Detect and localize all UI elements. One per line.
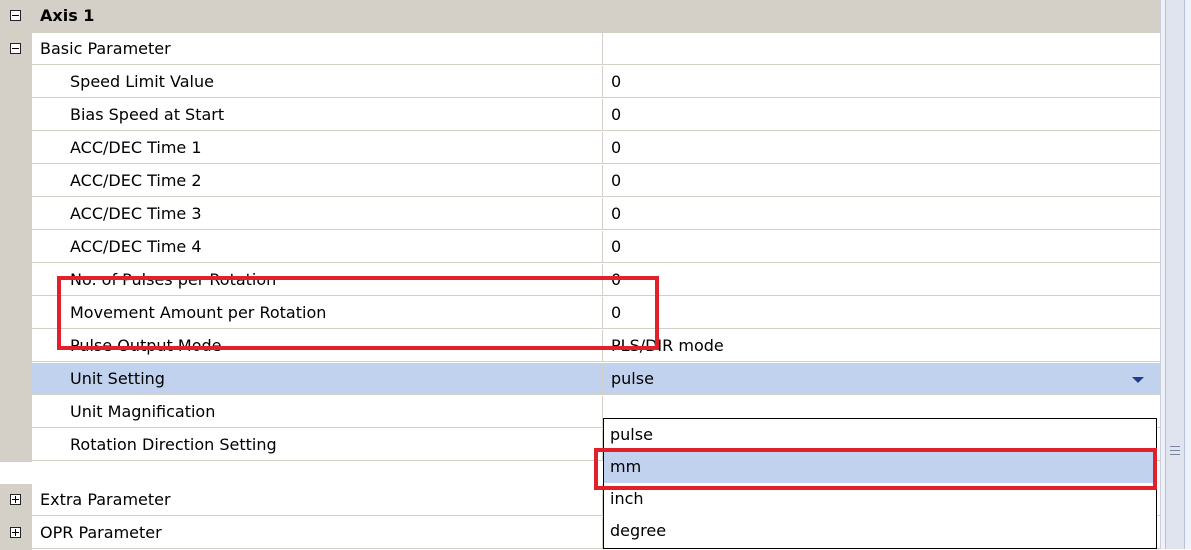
- collapse-icon[interactable]: [10, 43, 21, 54]
- grip-icon: [1170, 450, 1180, 451]
- property-row-acc-dec-time-4[interactable]: ACC/DEC Time 4 0: [0, 231, 1160, 264]
- property-name: ACC/DEC Time 1: [32, 132, 603, 164]
- row-gutter: [0, 517, 32, 550]
- category-basic-parameter[interactable]: Basic Parameter: [0, 33, 1160, 66]
- property-value[interactable]: 0: [603, 165, 1160, 197]
- property-row-speed-limit-value[interactable]: Speed Limit Value 0: [0, 66, 1160, 99]
- dropdown-option-pulse[interactable]: pulse: [604, 419, 1156, 451]
- property-name: ACC/DEC Time 3: [32, 198, 603, 230]
- row-gutter: [0, 132, 32, 165]
- row-gutter: [0, 198, 32, 231]
- category-label: Basic Parameter: [32, 33, 603, 65]
- property-name: No. of Pulses per Rotation: [32, 264, 603, 296]
- property-value[interactable]: 0: [603, 264, 1160, 296]
- row-gutter: [0, 297, 32, 330]
- grip-icon: [1170, 454, 1180, 455]
- select-value: pulse: [611, 369, 654, 388]
- property-row-acc-dec-time-2[interactable]: ACC/DEC Time 2 0: [0, 165, 1160, 198]
- row-gutter: [0, 484, 32, 517]
- row-gutter: [0, 231, 32, 264]
- axis-title: Axis 1: [40, 6, 95, 25]
- property-row-pulses-per-rotation[interactable]: No. of Pulses per Rotation 0: [0, 264, 1160, 297]
- property-value[interactable]: 0: [603, 297, 1160, 329]
- property-name: Rotation Direction Setting: [32, 429, 603, 461]
- property-row-unit-setting[interactable]: Unit Setting pulse: [0, 363, 1160, 396]
- expand-icon[interactable]: [10, 527, 21, 538]
- row-gutter: [0, 0, 32, 33]
- unit-setting-dropdown-list[interactable]: pulse mm inch degree: [603, 418, 1157, 549]
- row-gutter: [0, 66, 32, 99]
- row-gutter: [0, 165, 32, 198]
- property-name: Unit Setting: [32, 363, 603, 395]
- property-name: Unit Magnification: [32, 396, 603, 428]
- property-row-movement-amount-per-rotation[interactable]: Movement Amount per Rotation 0: [0, 297, 1160, 330]
- property-name: ACC/DEC Time 4: [32, 231, 603, 263]
- dropdown-arrow-icon[interactable]: [1128, 371, 1148, 389]
- dropdown-option-mm[interactable]: mm: [604, 451, 1156, 483]
- property-row-acc-dec-time-1[interactable]: ACC/DEC Time 1 0: [0, 132, 1160, 165]
- property-value[interactable]: 0: [603, 66, 1160, 98]
- property-value[interactable]: 0: [603, 198, 1160, 230]
- property-value[interactable]: PLS/DIR mode: [603, 330, 1160, 362]
- property-name: Bias Speed at Start: [32, 99, 603, 131]
- property-value[interactable]: 0: [603, 99, 1160, 131]
- category-label: OPR Parameter: [32, 517, 603, 549]
- row-gutter: [0, 99, 32, 132]
- category-label: Extra Parameter: [32, 484, 603, 516]
- property-name: ACC/DEC Time 2: [32, 165, 603, 197]
- collapse-icon[interactable]: [10, 10, 21, 21]
- vertical-scrollbar[interactable]: [1160, 0, 1191, 549]
- dropdown-option-degree[interactable]: degree: [604, 515, 1156, 547]
- property-row-acc-dec-time-3[interactable]: ACC/DEC Time 3 0: [0, 198, 1160, 231]
- grip-icon: [1170, 446, 1180, 447]
- property-row-pulse-output-mode[interactable]: Pulse Output Mode PLS/DIR mode: [0, 330, 1160, 363]
- category-axis-1[interactable]: Axis 1: [0, 0, 1160, 33]
- row-gutter: [0, 330, 32, 363]
- row-gutter: [0, 363, 32, 396]
- dropdown-option-inch[interactable]: inch: [604, 483, 1156, 515]
- property-value[interactable]: 0: [603, 231, 1160, 263]
- property-name: Movement Amount per Rotation: [32, 297, 603, 329]
- unit-setting-select[interactable]: pulse: [603, 363, 1160, 395]
- category-value: [603, 33, 1160, 65]
- scrollbar-thumb[interactable]: [1165, 0, 1185, 549]
- property-value[interactable]: 0: [603, 132, 1160, 164]
- row-gutter: [0, 429, 32, 462]
- expand-icon[interactable]: [10, 494, 21, 505]
- row-gutter: [0, 264, 32, 297]
- row-gutter: [0, 396, 32, 429]
- property-row-bias-speed-at-start[interactable]: Bias Speed at Start 0: [0, 99, 1160, 132]
- property-name: Pulse Output Mode: [32, 330, 603, 362]
- property-name: Speed Limit Value: [32, 66, 603, 98]
- row-gutter: [0, 33, 32, 66]
